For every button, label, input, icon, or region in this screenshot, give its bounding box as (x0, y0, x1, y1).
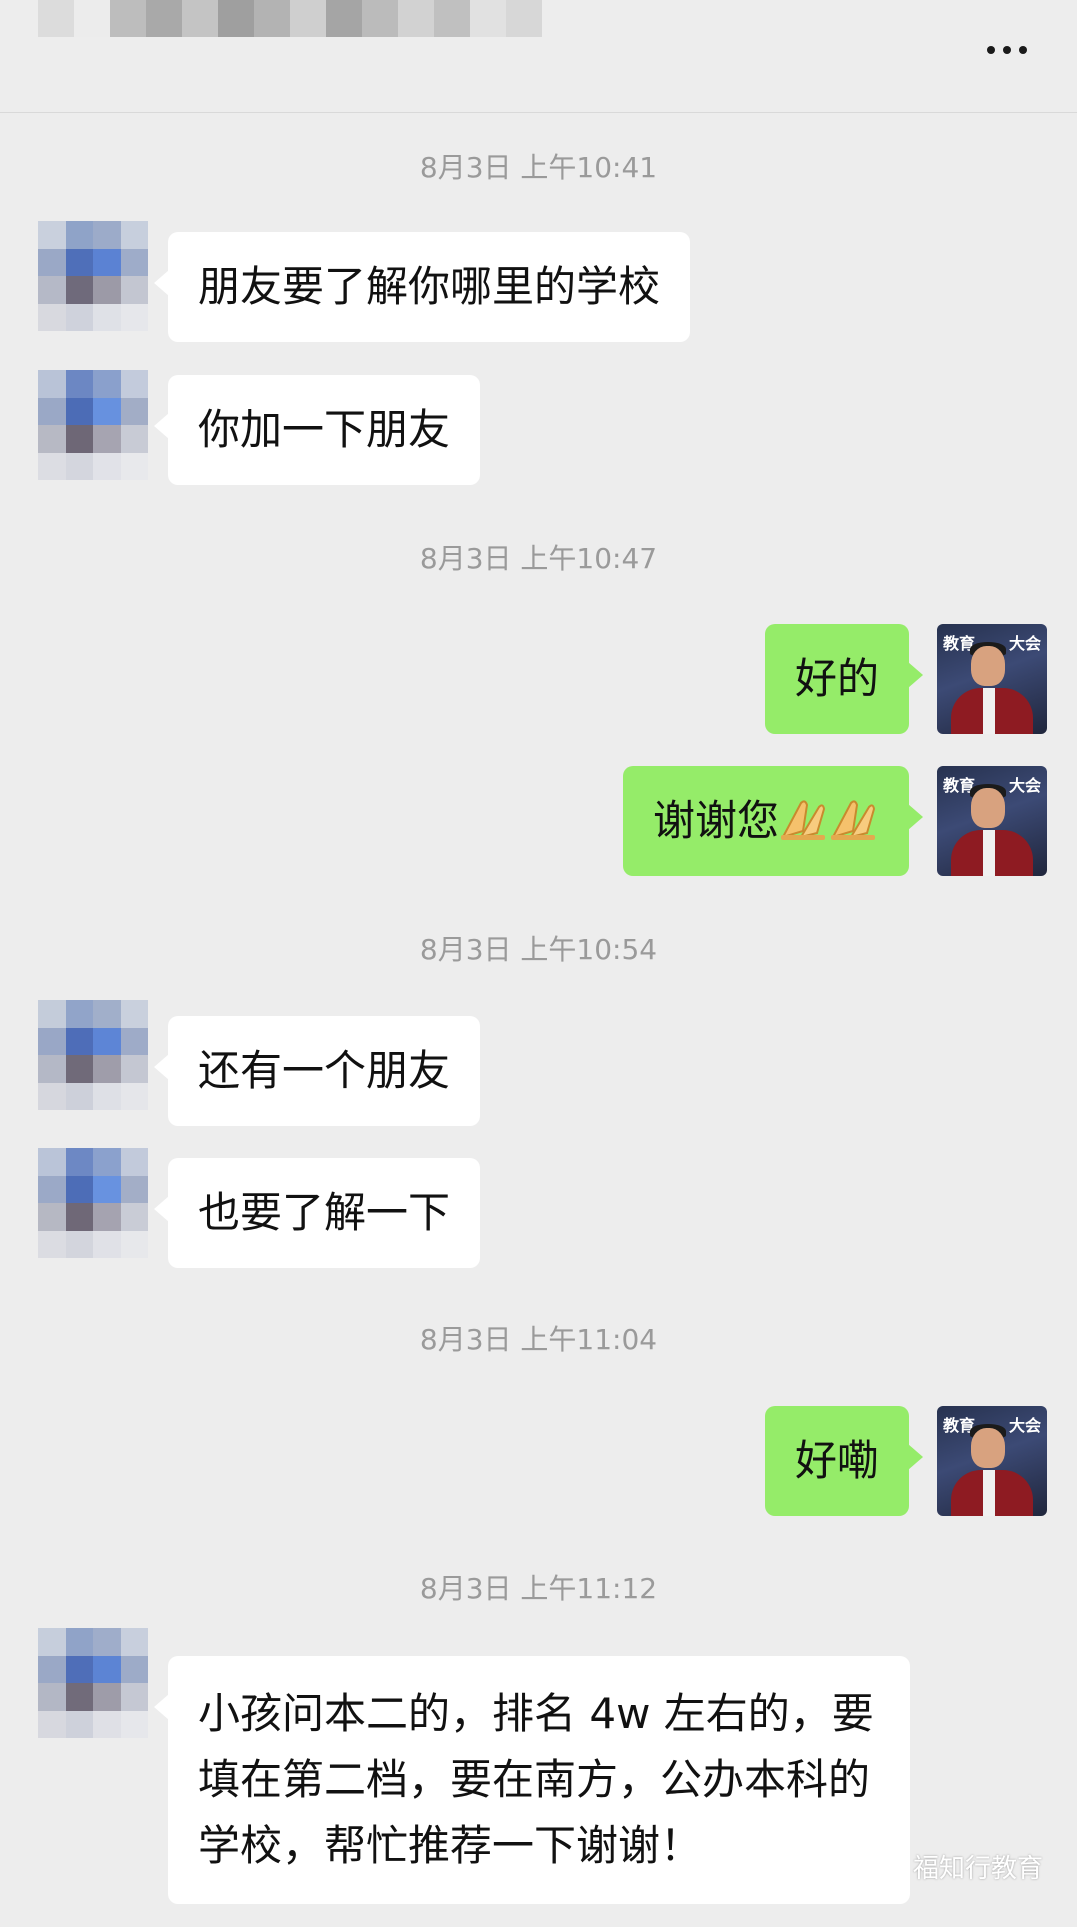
timestamp: 8月3日 上午10:47 (419, 542, 658, 575)
outgoing-message-bubble[interactable]: 好嘞 (764, 1406, 924, 1516)
contact-avatar-blurred[interactable] (38, 221, 148, 331)
outgoing-message-bubble[interactable]: 好的 (764, 624, 924, 734)
incoming-message-bubble[interactable]: 也要了解一下 (153, 1158, 481, 1268)
incoming-message-bubble[interactable]: 小孩问本二的，排名 4w 左右的，要填在第二档，要在南方，公办本科的学校，帮忙推… (154, 1656, 910, 1904)
contact-avatar-blurred[interactable] (38, 1148, 148, 1258)
praying-hands-icon (829, 797, 879, 841)
more-dots-icon (987, 46, 995, 54)
message-text: 谢谢您 (652, 796, 779, 845)
incoming-message-bubble[interactable]: 还有一个朋友 (153, 1016, 481, 1126)
contact-avatar-blurred[interactable] (38, 1000, 148, 1110)
incoming-message-bubble[interactable]: 你加一下朋友 (153, 375, 481, 485)
more-options-button[interactable] (977, 30, 1037, 70)
watermark-text: 福知行教育 (912, 1854, 1043, 1884)
incoming-message-bubble[interactable]: 朋友要了解你哪里的学校 (153, 232, 691, 342)
my-avatar[interactable]: 教育 大会 (937, 766, 1047, 876)
praying-hands-icon (779, 797, 829, 841)
timestamp: 8月3日 上午11:12 (419, 1572, 658, 1605)
contact-avatar-blurred[interactable] (38, 370, 148, 480)
chat-header (0, 0, 1077, 113)
timestamp: 8月3日 上午11:04 (419, 1323, 658, 1356)
timestamp: 8月3日 上午10:54 (419, 933, 658, 966)
chat-title-blurred (38, 0, 542, 74)
contact-avatar-blurred[interactable] (38, 1628, 148, 1738)
watermark: 福知行教育 (865, 1848, 1043, 1885)
my-avatar[interactable]: 教育 大会 (937, 1406, 1047, 1516)
wechat-icon (865, 1852, 905, 1881)
my-avatar[interactable]: 教育 大会 (937, 624, 1047, 734)
outgoing-message-bubble[interactable]: 谢谢您 (622, 766, 924, 876)
timestamp: 8月3日 上午10:41 (419, 151, 658, 184)
